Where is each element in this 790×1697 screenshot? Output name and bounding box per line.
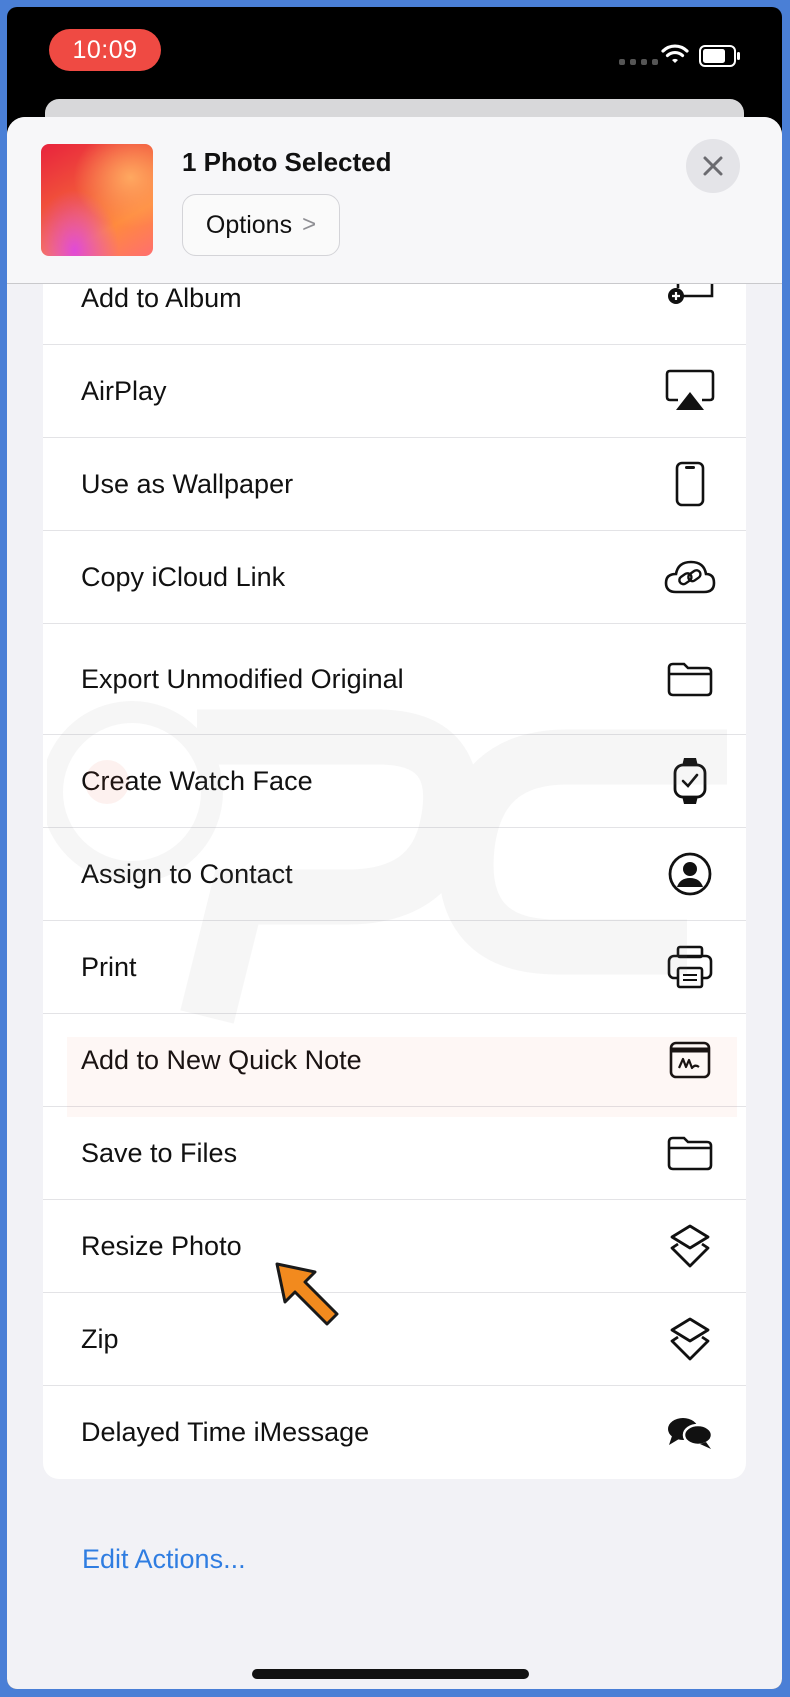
- share-sheet-header: 1 Photo Selected Options >: [7, 117, 782, 284]
- action-label: Print: [81, 951, 137, 982]
- photo-thumbnail: [41, 144, 153, 256]
- action-label: AirPlay: [81, 375, 167, 406]
- status-time[interactable]: 10:09: [49, 29, 161, 71]
- options-button[interactable]: Options >: [182, 194, 340, 256]
- cloud-link-icon: [664, 551, 716, 603]
- shortcuts-icon: [664, 1313, 716, 1365]
- phone-screen: 10:09 1 Photo Selected Options > Add to …: [7, 7, 782, 1689]
- action-label: Use as Wallpaper: [81, 468, 294, 499]
- printer-icon: [664, 941, 716, 993]
- close-icon: [703, 156, 723, 176]
- action-copy-icloud-link[interactable]: Copy iCloud Link: [43, 531, 746, 624]
- action-label: Add to New Quick Note: [81, 1044, 362, 1075]
- action-label: Export Unmodified Original: [81, 663, 404, 694]
- action-assign-to-contact[interactable]: Assign to Contact: [43, 828, 746, 921]
- battery-icon: [699, 45, 740, 67]
- wifi-icon: [661, 44, 689, 63]
- selection-title: 1 Photo Selected: [182, 147, 392, 177]
- close-button[interactable]: [686, 139, 740, 193]
- action-create-watch-face[interactable]: Create Watch Face: [43, 735, 746, 828]
- contact-icon: [664, 848, 716, 900]
- action-zip[interactable]: Zip: [43, 1293, 746, 1386]
- phone-icon: [664, 458, 716, 510]
- watch-icon: [664, 755, 716, 807]
- action-use-as-wallpaper[interactable]: Use as Wallpaper: [43, 438, 746, 531]
- home-indicator[interactable]: [252, 1669, 529, 1679]
- quick-note-icon: [664, 1034, 716, 1086]
- action-label: Resize Photo: [81, 1230, 242, 1261]
- shortcuts-icon: [664, 1220, 716, 1272]
- chevron-right-icon: >: [302, 211, 317, 238]
- action-label: Zip: [81, 1323, 119, 1354]
- action-add-to-new-quick-note[interactable]: Add to New Quick Note: [43, 1014, 746, 1107]
- messages-icon: [664, 1407, 716, 1459]
- action-resize-photo[interactable]: Resize Photo: [43, 1200, 746, 1293]
- action-save-to-files[interactable]: Save to Files: [43, 1107, 746, 1200]
- action-label: Create Watch Face: [81, 765, 313, 796]
- status-bar: 10:09: [7, 7, 782, 103]
- cellular-signal-icon: [619, 59, 658, 65]
- action-label: Save to Files: [81, 1137, 238, 1168]
- action-list: Add to Album AirPlay Use as Wallpaper Co…: [43, 245, 746, 1479]
- share-sheet: 1 Photo Selected Options > Add to Album: [7, 117, 782, 1689]
- pointer-arrow-icon: [275, 1262, 339, 1326]
- action-airplay[interactable]: AirPlay: [43, 345, 746, 438]
- action-print[interactable]: Print: [43, 921, 746, 1014]
- folder-icon: [664, 653, 716, 705]
- options-label: Options: [205, 210, 293, 239]
- action-delayed-time-imessage[interactable]: Delayed Time iMessage: [43, 1386, 746, 1479]
- action-label: Add to Album: [81, 283, 242, 313]
- action-export-unmodified-original[interactable]: Export Unmodified Original: [43, 624, 746, 735]
- action-label: Assign to Contact: [81, 858, 293, 889]
- action-label: Delayed Time iMessage: [81, 1417, 370, 1447]
- folder-icon: [664, 1127, 716, 1179]
- edit-actions-link[interactable]: Edit Actions...: [82, 1544, 246, 1575]
- airplay-icon: [664, 365, 716, 417]
- action-label: Copy iCloud Link: [81, 561, 286, 592]
